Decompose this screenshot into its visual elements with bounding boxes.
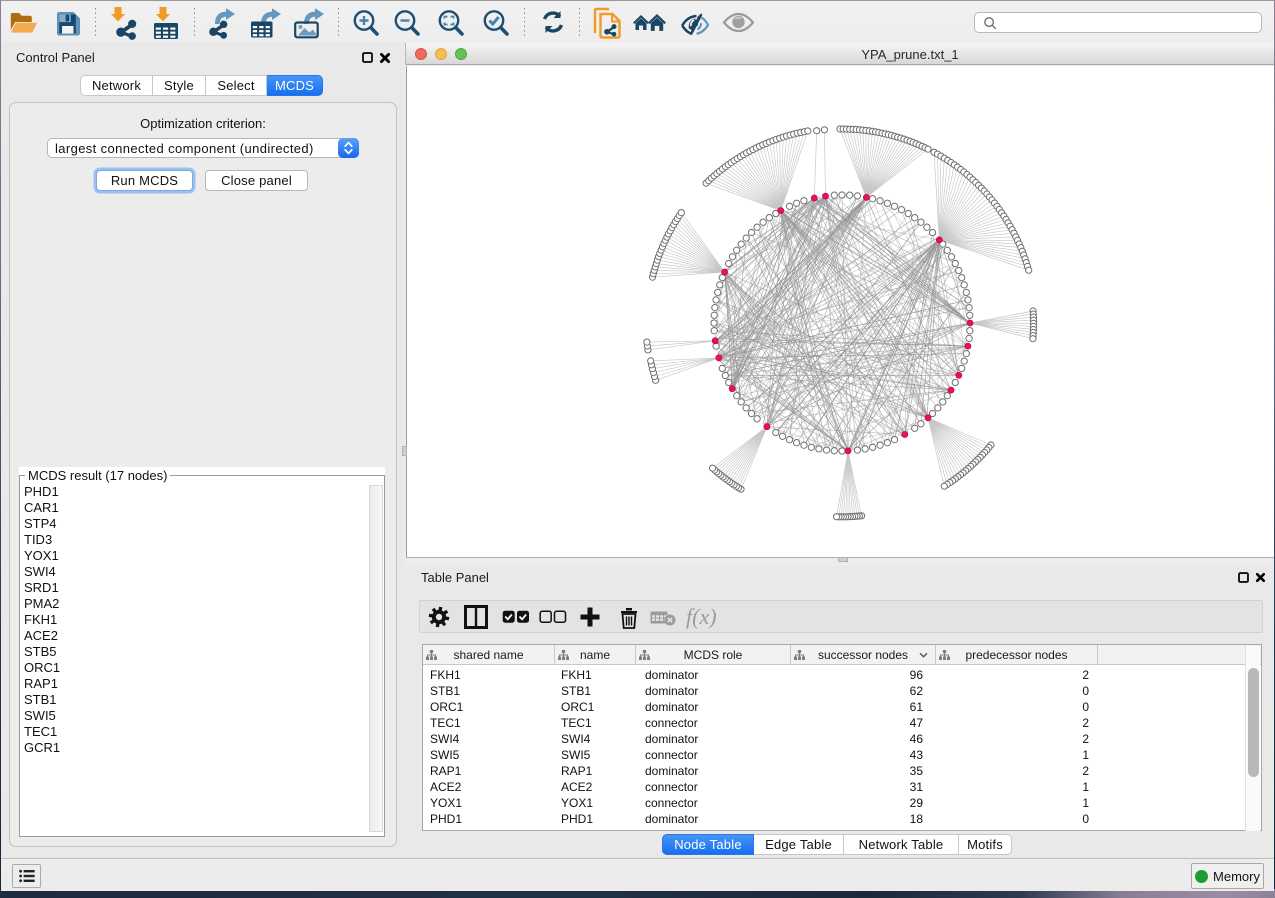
svg-text:f(x): f(x) [686, 604, 717, 629]
